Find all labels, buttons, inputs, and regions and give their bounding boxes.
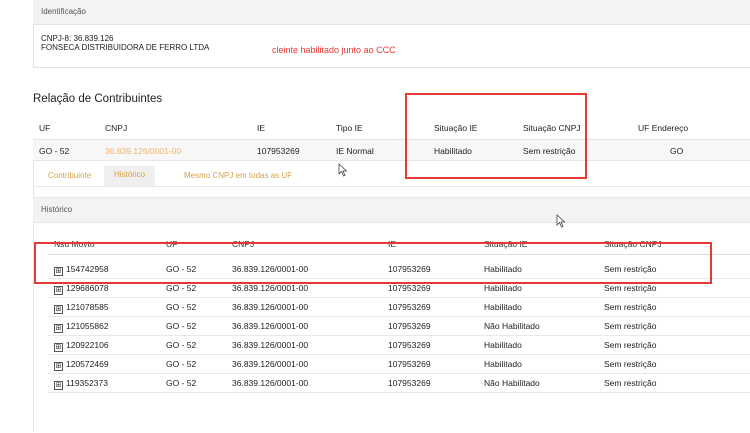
cell-situacao-cnpj: Sem restrição bbox=[604, 321, 657, 331]
nsu-value: 121078585 bbox=[66, 302, 109, 312]
cell-cnpj: 36.839.126/0001-00 bbox=[232, 378, 309, 388]
cell-situacao-cnpj: Sem restrição bbox=[604, 283, 657, 293]
identificacao-header: Identificação bbox=[33, 0, 750, 25]
cell-ie: 107953269 bbox=[257, 146, 300, 156]
main-table-header: UF CNPJ IE Tipo IE Situação IE Situação … bbox=[33, 117, 750, 140]
cell-ie: 107953269 bbox=[388, 340, 431, 350]
highlight-box-situacao bbox=[405, 93, 587, 179]
expand-row-icon[interactable]: ⊞ bbox=[54, 343, 63, 352]
expand-row-icon[interactable]: ⊞ bbox=[54, 305, 63, 314]
cell-tipo-ie: IE Normal bbox=[336, 146, 374, 156]
table-row[interactable]: ⊞ 120922106 GO - 52 36.839.126/0001-00 10795… bbox=[48, 335, 750, 355]
cell-uf: GO - 52 bbox=[166, 378, 197, 388]
cnpj8-text: CNPJ-8: 36.839.126 bbox=[41, 34, 114, 43]
nsu-value: 119352373 bbox=[66, 378, 108, 388]
nsu-value: 129686078 bbox=[66, 283, 109, 293]
cell-situacao-ie: Habilitado bbox=[484, 359, 522, 369]
cell-situacao-ie: Habilitado bbox=[484, 302, 522, 312]
cell-nsu: ⊞ 119352373 bbox=[54, 378, 108, 390]
cursor-icon bbox=[556, 214, 566, 228]
col-cnpj: CNPJ bbox=[105, 123, 128, 133]
expand-row-icon[interactable]: ⊞ bbox=[54, 324, 63, 333]
identificacao-title: Identificação bbox=[41, 7, 86, 16]
nsu-value: 121055862 bbox=[66, 321, 109, 331]
cell-situacao-ie: Não Habilitado bbox=[484, 378, 540, 388]
historico-title: Histórico bbox=[41, 205, 73, 214]
company-name: FONSECA DISTRIBUIDORA DE FERRO LTDA bbox=[41, 43, 210, 52]
col-tipo-ie: Tipo IE bbox=[336, 123, 363, 133]
cell-cnpj: 36.839.126/0001-00 bbox=[232, 340, 309, 350]
tab-contribuinte[interactable]: Contribuinte bbox=[48, 171, 91, 180]
table-row[interactable]: GO - 52 36.839.126/0001-00 107953269 IE … bbox=[33, 140, 750, 161]
cell-uf-endereco: GO bbox=[670, 146, 684, 156]
col-uf-endereco: UF Endereço bbox=[638, 123, 689, 133]
cell-uf: GO - 52 bbox=[166, 359, 197, 369]
cell-situacao-ie: Habilitado bbox=[484, 340, 522, 350]
highlight-box-first-row bbox=[34, 242, 712, 284]
cell-cnpj: 36.839.126/0001-00 bbox=[232, 283, 309, 293]
cell-situacao-cnpj: Sem restrição bbox=[604, 340, 657, 350]
cell-nsu: ⊞ 120572469 bbox=[54, 359, 109, 371]
col-uf: UF bbox=[39, 123, 51, 133]
cell-situacao-ie: Habilitado bbox=[484, 283, 522, 293]
cell-nsu: ⊞ 121078585 bbox=[54, 302, 109, 314]
expand-row-icon[interactable]: ⊞ bbox=[54, 381, 63, 390]
table-row[interactable]: ⊞ 121078585 GO - 52 36.839.126/0001-00 10795… bbox=[48, 297, 750, 317]
tab-bar: Contribuinte Histórico Mesmo CNPJ em tod… bbox=[34, 166, 750, 187]
ccc-annotation: cleinte habilitado junto ao CCC bbox=[272, 45, 396, 55]
cursor-icon bbox=[338, 163, 348, 177]
cell-uf: GO - 52 bbox=[166, 302, 197, 312]
cell-nsu: ⊞ 129686078 bbox=[54, 283, 109, 295]
cell-nsu: ⊞ 121055862 bbox=[54, 321, 109, 333]
cell-situacao-cnpj: Sem restrição bbox=[604, 359, 657, 369]
historico-header: Histórico bbox=[33, 197, 750, 223]
cell-cnpj: 36.839.126/0001-00 bbox=[232, 359, 309, 369]
col-ie: IE bbox=[257, 123, 266, 133]
cell-uf: GO - 52 bbox=[166, 340, 197, 350]
nsu-value: 120922106 bbox=[66, 340, 109, 350]
section-title: Relação de Contribuintes bbox=[33, 93, 163, 105]
cell-situacao-cnpj: Sem restrição bbox=[604, 302, 657, 312]
table-row[interactable]: ⊞ 119352373 GO - 52 36.839.126/0001-00 10795… bbox=[48, 373, 750, 393]
cell-cnpj: 36.839.126/0001-00 bbox=[232, 321, 309, 331]
tab-historico[interactable]: Histórico bbox=[104, 166, 156, 186]
cell-situacao-cnpj: Sem restrição bbox=[604, 378, 657, 388]
cnpj-link[interactable]: 36.839.126/0001-00 bbox=[105, 146, 181, 156]
expand-row-icon[interactable]: ⊞ bbox=[54, 362, 63, 371]
cell-cnpj: 36.839.126/0001-00 bbox=[232, 302, 309, 312]
table-row[interactable]: ⊞ 120572469 GO - 52 36.839.126/0001-00 10795… bbox=[48, 354, 750, 374]
cell-nsu: ⊞ 120922106 bbox=[54, 340, 109, 352]
tab-mesmo-cnpj[interactable]: Mesmo CNPJ em todas as UF bbox=[184, 171, 292, 180]
nsu-value: 120572469 bbox=[66, 359, 109, 369]
cell-ie: 107953269 bbox=[388, 302, 431, 312]
expand-row-icon[interactable]: ⊞ bbox=[54, 286, 63, 295]
cell-ie: 107953269 bbox=[388, 283, 431, 293]
cell-situacao-ie: Não Habilitado bbox=[484, 321, 540, 331]
cell-uf: GO - 52 bbox=[39, 146, 70, 156]
cell-uf: GO - 52 bbox=[166, 283, 197, 293]
table-row[interactable]: ⊞ 121055862 GO - 52 36.839.126/0001-00 10795… bbox=[48, 316, 750, 336]
cell-uf: GO - 52 bbox=[166, 321, 197, 331]
cell-ie: 107953269 bbox=[388, 378, 431, 388]
cell-ie: 107953269 bbox=[388, 321, 431, 331]
cell-ie: 107953269 bbox=[388, 359, 431, 369]
